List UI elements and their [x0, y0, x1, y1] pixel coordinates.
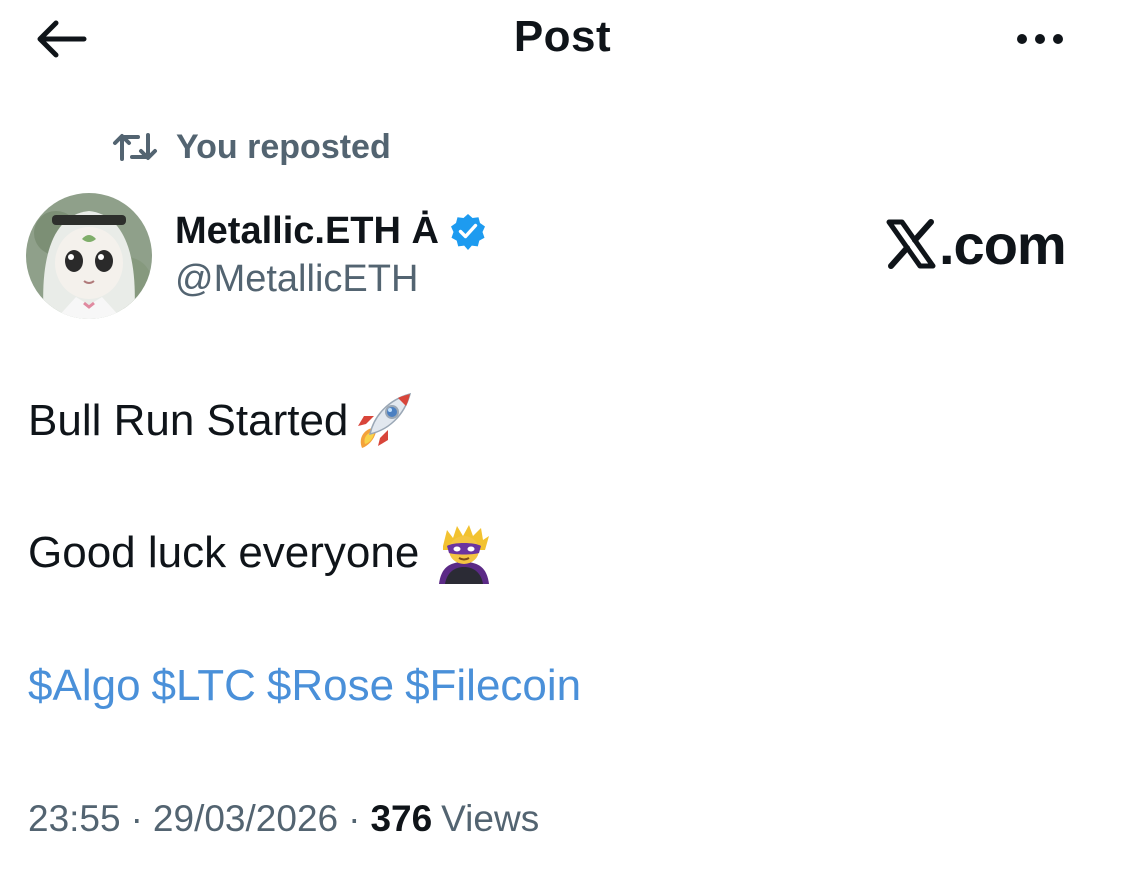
cashtag-algo[interactable]: $Algo [28, 661, 141, 711]
post-text-line-2: Good luck everyone [28, 520, 495, 586]
views-label[interactable]: Views [441, 798, 539, 840]
back-button[interactable] [30, 14, 90, 64]
more-options-button[interactable] [1005, 14, 1075, 64]
cashtag-rose[interactable]: $Rose [267, 661, 394, 711]
page-title: Post [513, 12, 612, 61]
views-count[interactable]: 376 [370, 798, 432, 840]
x-com-watermark: .com [885, 212, 1067, 276]
arrow-left-icon [37, 20, 87, 58]
meta-separator: · [130, 798, 143, 839]
verified-badge-icon [449, 212, 487, 250]
x-logo-icon [885, 218, 937, 270]
supervillain-emoji [433, 522, 495, 584]
repost-icon [112, 129, 158, 165]
author-name-row[interactable]: Metallic.ETH Ȧ [175, 205, 487, 257]
post-text-good-luck: Good luck everyone [28, 528, 420, 577]
post-text-bull-run: Bull Run Started [28, 396, 349, 445]
post-time: 23:55 [28, 798, 121, 839]
post-meta: 23:55 · 29/03/2026 · 376 Views [28, 792, 539, 846]
repost-indicator[interactable]: You reposted [112, 122, 391, 172]
cashtag-ltc[interactable]: $LTC [152, 661, 256, 711]
watermark-text: .com [939, 212, 1067, 276]
post-text-line-1: Bull Run Started [28, 388, 414, 454]
post-header: Post [0, 0, 1125, 80]
author-handle[interactable]: @MetallicETH [175, 258, 418, 301]
avatar-image [26, 193, 152, 319]
avatar[interactable] [26, 193, 152, 319]
repost-label: You reposted [176, 127, 391, 166]
cashtag-list: $Algo $LTC $Rose $Filecoin [28, 655, 592, 717]
meta-separator: · [348, 798, 361, 839]
rocket-emoji [352, 390, 414, 452]
cashtag-filecoin[interactable]: $Filecoin [405, 661, 581, 711]
post-date: 29/03/2026 [152, 798, 339, 839]
author-display-name: Metallic.ETH Ȧ [175, 209, 439, 252]
more-horizontal-icon [1017, 34, 1063, 44]
